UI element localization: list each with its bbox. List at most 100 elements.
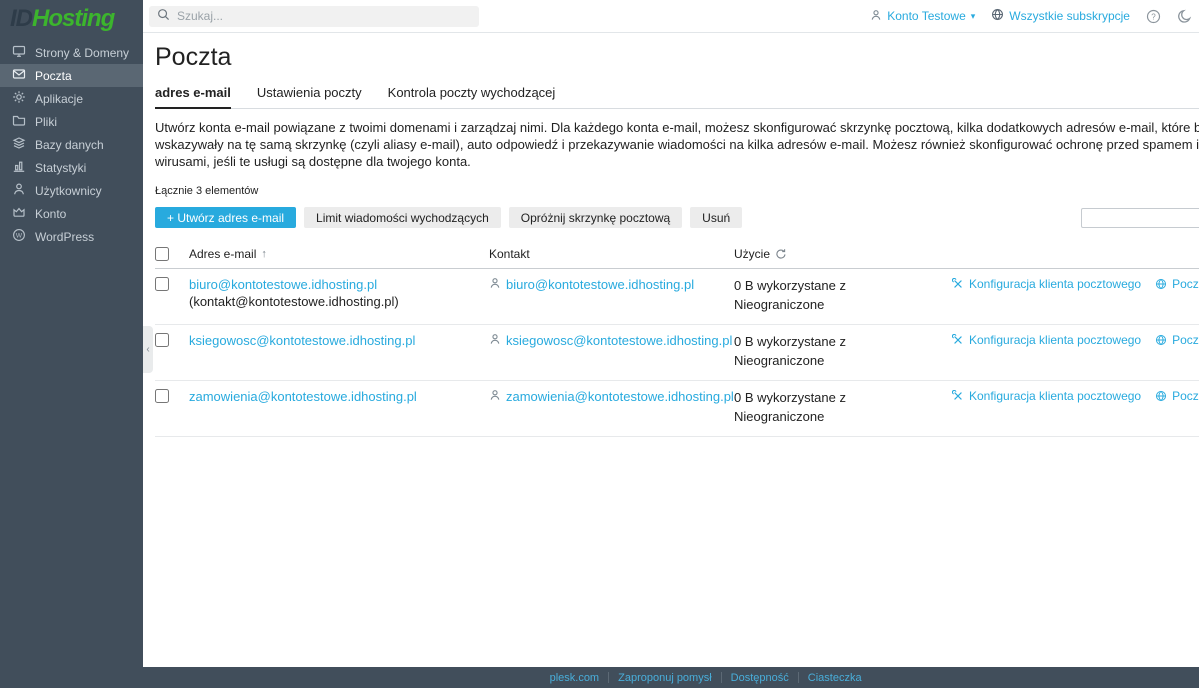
question-circle-icon: ? xyxy=(1146,9,1161,24)
sidebar-item-statistics[interactable]: Statystyki xyxy=(0,156,143,179)
table-filter[interactable] xyxy=(1081,208,1199,228)
sidebar-collapse-handle[interactable]: ‹ xyxy=(143,326,153,373)
header-usage: Użycie xyxy=(734,247,952,261)
monitor-icon xyxy=(12,44,26,61)
empty-mailbox-button[interactable]: Opróżnij skrzynkę pocztową xyxy=(509,207,682,228)
chevron-left-icon: ‹ xyxy=(146,344,149,355)
folder-icon xyxy=(12,113,26,130)
row-checkbox[interactable] xyxy=(155,277,169,291)
sidebar: IDHosting Strony & Domeny Poczta Aplikac… xyxy=(0,0,143,688)
mail-client-config-link[interactable]: Konfiguracja klienta pocztowego xyxy=(952,277,1141,291)
page-title: Poczta xyxy=(155,43,1199,72)
table-header-row: Adres e-mail ↑ Kontakt Użycie xyxy=(155,241,1199,269)
all-subscriptions-link[interactable]: Wszystkie subskrypcje xyxy=(991,8,1130,24)
subscriptions-label: Wszystkie subskrypcje xyxy=(1009,9,1130,23)
person-icon xyxy=(489,277,501,292)
header-email[interactable]: Adres e-mail ↑ xyxy=(189,247,489,261)
footer-link-plesk-com[interactable]: plesk.com xyxy=(541,672,609,684)
table-row: biuro@kontotestowe.idhosting.pl (kontakt… xyxy=(155,269,1199,325)
sidebar-item-label: Pliki xyxy=(35,115,57,129)
bar-chart-icon xyxy=(12,159,26,176)
outgoing-limit-button[interactable]: Limit wiadomości wychodzących xyxy=(304,207,501,228)
mail-icon xyxy=(12,67,26,84)
kontakt-cell: zamowienia@kontotestowe.idhosting.pl xyxy=(489,389,734,404)
create-email-button[interactable]: + Utwórz adres e-mail xyxy=(155,207,296,228)
email-link[interactable]: zamowienia@kontotestowe.idhosting.pl xyxy=(189,389,417,404)
footer-link-accessibility[interactable]: Dostępność xyxy=(722,672,798,684)
email-link[interactable]: ksiegowosc@kontotestowe.idhosting.pl xyxy=(189,333,415,348)
email-link[interactable]: biuro@kontotestowe.idhosting.pl xyxy=(189,277,377,292)
dark-mode-toggle[interactable] xyxy=(1177,9,1192,24)
webmail-link[interactable]: Poczta webowa xyxy=(1155,277,1199,291)
row-checkbox-cell xyxy=(155,389,189,406)
sidebar-item-databases[interactable]: Bazy danych xyxy=(0,133,143,156)
kontakt-link[interactable]: biuro@kontotestowe.idhosting.pl xyxy=(506,277,694,292)
usage-cell: 0 B wykorzystane z Nieograniczone xyxy=(734,277,952,315)
sidebar-item-files[interactable]: Pliki xyxy=(0,110,143,133)
page-description: Utwórz konta e-mail powiązane z twoimi d… xyxy=(155,119,1199,170)
refresh-usage-button[interactable] xyxy=(775,248,787,260)
select-all-checkbox[interactable] xyxy=(155,247,169,261)
sidebar-item-label: Bazy danych xyxy=(35,138,104,152)
table-filter-input[interactable] xyxy=(1087,211,1199,225)
account-menu[interactable]: Konto Testowe ▾ xyxy=(870,9,975,24)
webmail-link[interactable]: Poczta webowa xyxy=(1155,389,1199,403)
delete-button[interactable]: Usuń xyxy=(690,207,742,228)
chevron-down-icon: ▾ xyxy=(971,11,976,22)
account-icon xyxy=(12,205,26,222)
header-kontakt[interactable]: Kontakt xyxy=(489,247,734,261)
tools-icon xyxy=(952,334,964,346)
footer-link-suggest-idea[interactable]: Zaproponuj pomysł xyxy=(609,672,721,684)
main-area: ‹ Konto Testowe ▾ Wszystkie subskrypcje … xyxy=(143,0,1199,688)
topbar-right: Konto Testowe ▾ Wszystkie subskrypcje ? … xyxy=(870,5,1199,27)
tab-email-addresses[interactable]: adres e-mail xyxy=(155,85,231,109)
header-checkbox-cell xyxy=(155,247,189,261)
person-icon xyxy=(489,333,501,348)
logo-hosting-part: Hosting xyxy=(32,5,114,32)
sidebar-item-account[interactable]: Konto xyxy=(0,202,143,225)
kontakt-link[interactable]: ksiegowosc@kontotestowe.idhosting.pl xyxy=(506,333,732,348)
webmail-link[interactable]: Poczta webowa xyxy=(1155,333,1199,347)
global-search-input[interactable] xyxy=(177,9,471,23)
tab-outgoing-mail-control[interactable]: Kontrola poczty wychodzącej xyxy=(388,85,556,108)
sidebar-item-users[interactable]: Użytkownicy xyxy=(0,179,143,202)
globe-icon xyxy=(1155,278,1167,290)
sidebar-item-mail[interactable]: Poczta xyxy=(0,64,143,87)
database-icon xyxy=(12,136,26,153)
mail-client-config-link[interactable]: Konfiguracja klienta pocztowego xyxy=(952,333,1141,347)
email-table: Adres e-mail ↑ Kontakt Użycie biuro@kont… xyxy=(155,241,1199,436)
svg-text:W: W xyxy=(16,232,23,239)
search-icon xyxy=(157,8,170,24)
row-checkbox[interactable] xyxy=(155,333,169,347)
sidebar-item-label: WordPress xyxy=(35,230,94,244)
sidebar-item-websites[interactable]: Strony & Domeny xyxy=(0,41,143,64)
sort-asc-icon: ↑ xyxy=(261,248,267,260)
tab-mail-settings[interactable]: Ustawienia poczty xyxy=(257,85,362,108)
sidebar-item-label: Statystyki xyxy=(35,161,86,175)
wordpress-icon: W xyxy=(12,228,26,245)
sidebar-item-wordpress[interactable]: W WordPress xyxy=(0,225,143,248)
global-search[interactable] xyxy=(149,6,479,27)
table-row: zamowienia@kontotestowe.idhosting.pl zam… xyxy=(155,381,1199,437)
help-button[interactable]: ? xyxy=(1146,9,1161,24)
globe-icon xyxy=(991,8,1004,24)
logo-id-part: ID xyxy=(10,5,32,32)
idhosting-logo[interactable]: IDHosting xyxy=(0,0,143,39)
mail-client-config-link[interactable]: Konfiguracja klienta pocztowego xyxy=(952,389,1141,403)
table-row: ksiegowosc@kontotestowe.idhosting.pl ksi… xyxy=(155,325,1199,381)
sidebar-item-applications[interactable]: Aplikacje xyxy=(0,87,143,110)
kontakt-cell: ksiegowosc@kontotestowe.idhosting.pl xyxy=(489,333,734,348)
footer-link-cookies[interactable]: Ciasteczka xyxy=(799,672,871,684)
sidebar-nav: Strony & Domeny Poczta Aplikacje Pliki B… xyxy=(0,41,143,248)
sidebar-item-label: Strony & Domeny xyxy=(35,46,129,60)
sidebar-item-label: Użytkownicy xyxy=(35,184,102,198)
row-checkbox-cell xyxy=(155,277,189,294)
refresh-icon xyxy=(775,248,787,260)
kontakt-link[interactable]: zamowienia@kontotestowe.idhosting.pl xyxy=(506,389,734,404)
row-checkbox[interactable] xyxy=(155,389,169,403)
moon-icon xyxy=(1177,9,1192,24)
content: Poczta adres e-mail Ustawienia poczty Ko… xyxy=(143,33,1199,667)
email-cell: ksiegowosc@kontotestowe.idhosting.pl xyxy=(189,333,489,350)
sidebar-item-label: Konto xyxy=(35,207,66,221)
sidebar-item-label: Poczta xyxy=(35,69,72,83)
